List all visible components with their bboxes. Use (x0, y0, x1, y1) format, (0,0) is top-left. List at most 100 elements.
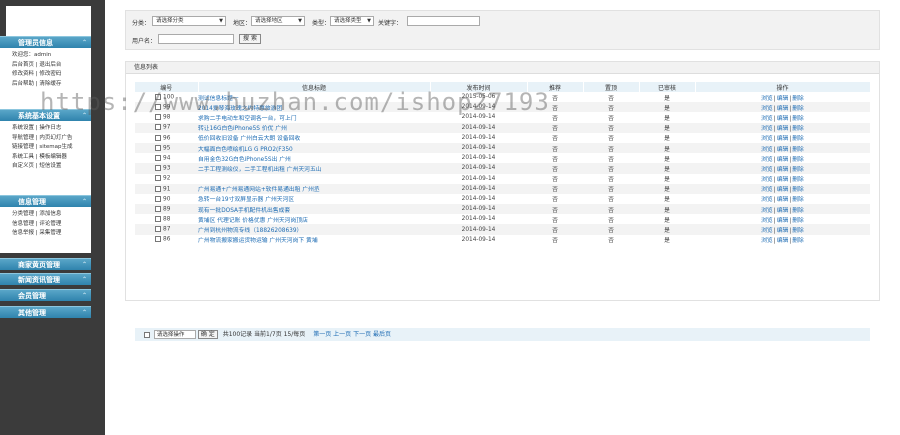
row-checkbox[interactable] (155, 93, 161, 100)
title-link[interactable]: 急转一台19寸双屏显示器 广州天河区 (198, 197, 294, 203)
title-link[interactable]: 大幅面白色喷绘机LG G PRO2(F350 (198, 147, 293, 153)
sidebar-section-header[interactable]: 会员管理 ⌃ (0, 289, 91, 301)
delete-link[interactable]: 删除 (792, 228, 804, 234)
title-link[interactable]: 二手工程测绘仪，二手工程机出租 广州天河五山 (198, 167, 322, 173)
view-link[interactable]: 浏览 (761, 177, 773, 183)
row-checkbox[interactable] (155, 185, 161, 192)
delete-link[interactable]: 删除 (792, 177, 804, 183)
row-checkbox[interactable] (155, 175, 161, 182)
select-all-checkbox[interactable] (144, 331, 150, 338)
sidebar-link[interactable]: 信息管理 | 评论管理 (12, 220, 91, 230)
sidebar-link[interactable]: 欢迎您：admin (12, 51, 91, 61)
view-link[interactable]: 浏览 (761, 167, 773, 173)
sidebar-link[interactable]: 后台首页 | 退出后台 (12, 61, 91, 71)
title-link[interactable]: 黄埔区 代理记账 价格优惠 广州天河岗顶店 (198, 218, 308, 224)
sidebar-section-header[interactable]: 信息管理 ⌃ (0, 195, 91, 207)
delete-link[interactable]: 删除 (792, 96, 804, 102)
edit-link[interactable]: 编辑 (777, 197, 789, 203)
view-link[interactable]: 浏览 (761, 157, 773, 163)
delete-link[interactable]: 删除 (792, 126, 804, 132)
row-checkbox[interactable] (155, 205, 161, 212)
delete-link[interactable]: 删除 (792, 218, 804, 224)
edit-link[interactable]: 编辑 (777, 157, 789, 163)
delete-link[interactable]: 删除 (792, 197, 804, 203)
last-page-link[interactable]: 最后页 (373, 331, 391, 338)
edit-link[interactable]: 编辑 (777, 106, 789, 112)
view-link[interactable]: 浏览 (761, 116, 773, 122)
row-checkbox[interactable] (155, 154, 161, 161)
view-link[interactable]: 浏览 (761, 208, 773, 214)
edit-link[interactable]: 编辑 (777, 116, 789, 122)
row-checkbox[interactable] (155, 226, 161, 233)
username-input[interactable] (158, 34, 234, 44)
sidebar-link[interactable]: 系统工具 | 模板编辑器 (12, 153, 91, 163)
edit-link[interactable]: 编辑 (777, 96, 789, 102)
row-checkbox[interactable] (155, 104, 161, 111)
sidebar-link[interactable]: 导航管理 | 内页幻灯广告 (12, 134, 91, 144)
edit-link[interactable]: 编辑 (777, 126, 789, 132)
first-page-link[interactable]: 第一页 (313, 331, 331, 338)
sidebar-section-header[interactable]: 商家黄页管理 ⌃ (0, 258, 91, 270)
sidebar-section-header[interactable]: 管理员信息 ⌃ (0, 36, 91, 48)
sidebar-link[interactable]: 后台帮助 | 清除缓存 (12, 80, 91, 90)
search-button[interactable]: 搜 索 (239, 34, 261, 44)
row-checkbox[interactable] (155, 216, 161, 223)
title-link[interactable]: 2014爱琴海玫瑰之约特惠旅游团 (198, 106, 282, 112)
edit-link[interactable]: 编辑 (777, 208, 789, 214)
title-link[interactable]: 低价回收旧设备 广州白云大朗 设备回收 (198, 136, 300, 142)
view-link[interactable]: 浏览 (761, 228, 773, 234)
edit-link[interactable]: 编辑 (777, 238, 789, 244)
delete-link[interactable]: 删除 (792, 106, 804, 112)
delete-link[interactable]: 删除 (792, 208, 804, 214)
view-link[interactable]: 浏览 (761, 238, 773, 244)
delete-link[interactable]: 删除 (792, 136, 804, 142)
title-link[interactable]: 现有一批DOSA手机配件机出售成套 (198, 208, 290, 214)
title-link[interactable]: 求购二手电动车和空调各一台，可上门 (198, 116, 297, 122)
category-select[interactable]: 请选择分类 ▼ (152, 16, 226, 26)
view-link[interactable]: 浏览 (761, 197, 773, 203)
sidebar-section-header[interactable]: 系统基本设置 ⌃ (0, 109, 91, 121)
sidebar-link[interactable]: 链接管理 | sitemap生成 (12, 143, 91, 153)
edit-link[interactable]: 编辑 (777, 167, 789, 173)
view-link[interactable]: 浏览 (761, 147, 773, 153)
type-select[interactable]: 请选择类型 ▼ (330, 16, 374, 26)
area-select[interactable]: 请选择地区 ▼ (251, 16, 305, 26)
delete-link[interactable]: 删除 (792, 116, 804, 122)
view-link[interactable]: 浏览 (761, 126, 773, 132)
row-checkbox[interactable] (155, 144, 161, 151)
sidebar-link[interactable]: 分类管理 | 添加信息 (12, 210, 91, 220)
delete-link[interactable]: 删除 (792, 187, 804, 193)
title-link[interactable]: 广州易通+广州易通网站+软件易通出租 广州丞 (198, 187, 320, 193)
view-link[interactable]: 浏览 (761, 187, 773, 193)
keyword-input[interactable] (407, 16, 480, 26)
edit-link[interactable]: 编辑 (777, 187, 789, 193)
row-checkbox[interactable] (155, 134, 161, 141)
sidebar-link[interactable]: 自定义页 | 短信设置 (12, 162, 91, 172)
sidebar-link[interactable]: 修改资料 | 修改密码 (12, 70, 91, 80)
view-link[interactable]: 浏览 (761, 136, 773, 142)
delete-link[interactable]: 删除 (792, 157, 804, 163)
sidebar-section-header[interactable]: 新闻资讯管理 ⌃ (0, 273, 91, 285)
title-link[interactable]: 广州物流搬家搬运货物运输 广州天河岗下 黄埔 (198, 238, 318, 244)
title-link[interactable]: 转让16G白色iPhone5S 价优 广州 (198, 126, 287, 132)
view-link[interactable]: 浏览 (761, 106, 773, 112)
title-link[interactable]: 测试信息标题一 (198, 96, 239, 102)
row-checkbox[interactable] (155, 124, 161, 131)
delete-link[interactable]: 删除 (792, 147, 804, 153)
title-link[interactable]: 广州到杭州物流专线（18826208639） (198, 228, 302, 234)
row-checkbox[interactable] (155, 165, 161, 172)
batch-action-select[interactable]: 请选择操作 (153, 330, 196, 339)
edit-link[interactable]: 编辑 (777, 218, 789, 224)
title-link[interactable]: 自用金色32G白色iPhone5S出 广州 (198, 157, 291, 163)
delete-link[interactable]: 删除 (792, 167, 804, 173)
next-page-link[interactable]: 下一页 (353, 331, 371, 338)
view-link[interactable]: 浏览 (761, 96, 773, 102)
edit-link[interactable]: 编辑 (777, 177, 789, 183)
row-checkbox[interactable] (155, 236, 161, 243)
sidebar-link[interactable]: 系统设置 | 操作日志 (12, 124, 91, 134)
row-checkbox[interactable] (155, 195, 161, 202)
delete-link[interactable]: 删除 (792, 238, 804, 244)
edit-link[interactable]: 编辑 (777, 136, 789, 142)
confirm-button[interactable]: 确 定 (197, 330, 218, 339)
row-checkbox[interactable] (155, 114, 161, 121)
